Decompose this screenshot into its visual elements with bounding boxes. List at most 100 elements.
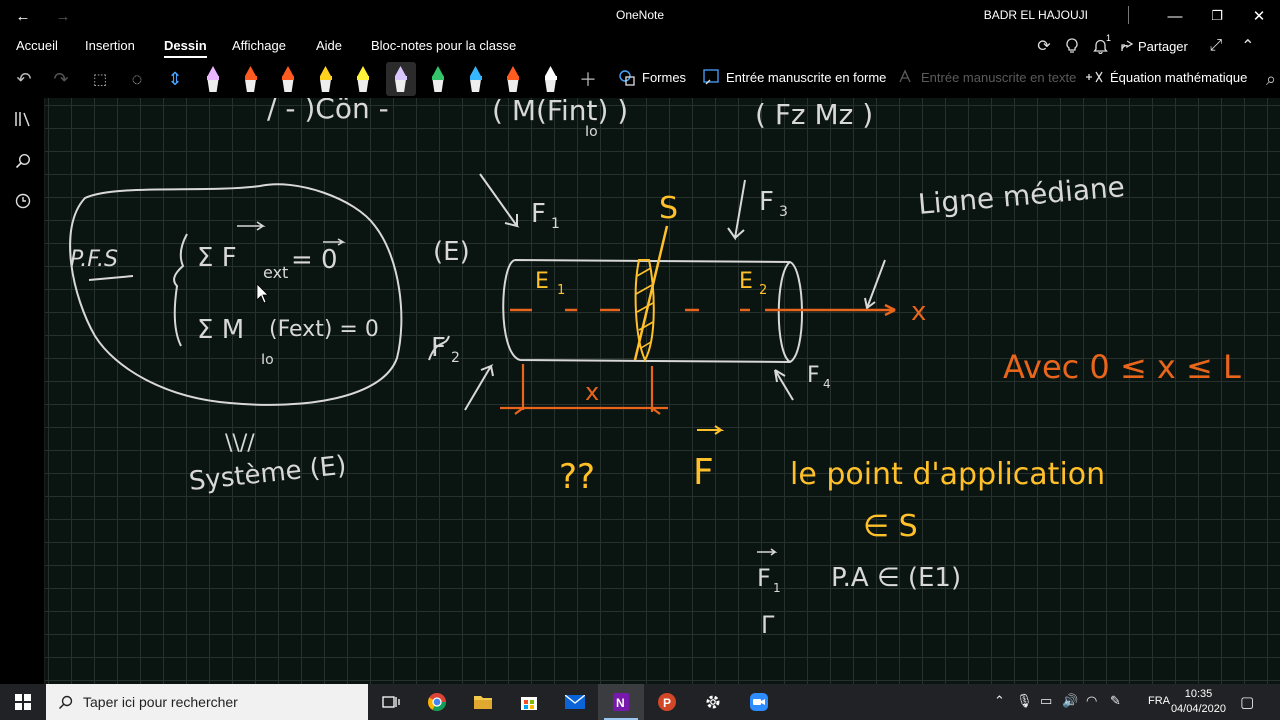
share-icon xyxy=(1121,40,1134,51)
close-icon[interactable]: ✕ xyxy=(1236,0,1280,32)
pen-5-icon[interactable] xyxy=(348,62,378,96)
e2-sub: 2 xyxy=(759,283,767,298)
powerpoint-icon[interactable]: P xyxy=(644,684,690,720)
ink-to-text-icon xyxy=(899,69,911,83)
sync-icon[interactable]: ⟳ xyxy=(1030,32,1058,60)
application-point-e1: P.A ∈ (E1) xyxy=(831,563,961,593)
system-clock[interactable]: 10:35 04/04/2020 xyxy=(1171,687,1226,717)
tab-dessin[interactable]: Dessin xyxy=(164,38,207,58)
question-marks: ?? xyxy=(559,457,595,497)
e1-sub: 1 xyxy=(557,283,565,298)
microphone-icon[interactable]: 🎙 xyxy=(1016,693,1033,709)
pen-workspace-icon[interactable]: ✎ xyxy=(1110,693,1121,709)
pen-3-icon[interactable] xyxy=(273,62,303,96)
explorer-icon[interactable] xyxy=(460,684,506,720)
clock-time: 10:35 xyxy=(1184,688,1213,700)
tab-bloc-notes[interactable]: Bloc-notes pour la classe xyxy=(371,38,516,53)
redo-icon[interactable]: ↷ xyxy=(46,64,76,94)
f3-label: F xyxy=(759,187,774,217)
sum-moments-label: Σ M xyxy=(197,315,244,345)
median-line-pointer xyxy=(864,259,886,312)
body-e-label: (E) xyxy=(433,237,470,267)
insert-space-icon[interactable]: ⇕ xyxy=(160,64,190,94)
x-range-condition: Avec 0 ≤ x ≤ L xyxy=(1003,348,1241,386)
volume-icon[interactable]: 🔊 xyxy=(1062,693,1078,709)
pen-1-icon[interactable] xyxy=(198,62,228,96)
tab-aide[interactable]: Aide xyxy=(316,38,342,53)
in-section-label: ∈ S xyxy=(863,509,918,544)
share-button[interactable]: Partager xyxy=(1114,39,1194,54)
minimize-icon[interactable]: — xyxy=(1152,0,1198,32)
f3-sub: 3 xyxy=(779,204,788,220)
tray-expand-icon[interactable]: ⌃ xyxy=(994,693,1005,709)
application-point-text: le point d'application xyxy=(790,457,1105,492)
beam-end-ellipse xyxy=(777,261,791,363)
shapes-button[interactable]: Formes xyxy=(618,68,686,86)
app-title: OneNote xyxy=(615,8,665,22)
restore-icon[interactable]: ❐ xyxy=(1194,0,1240,32)
svg-text:N: N xyxy=(616,696,625,710)
fullscreen-icon[interactable]: ⤢ xyxy=(1202,32,1230,60)
f1-bottom-vector-arrow xyxy=(757,548,778,556)
forward-icon[interactable]: → xyxy=(40,0,86,32)
collapse-ribbon-icon[interactable]: ⌃ xyxy=(1234,32,1262,60)
pen-6-icon[interactable] xyxy=(385,62,416,96)
settings-icon[interactable] xyxy=(690,684,736,720)
ink-to-shape-button[interactable]: Entrée manuscrite en forme xyxy=(702,68,886,86)
math-equation-button[interactable]: Équation mathématique xyxy=(1084,68,1247,86)
note-page-canvas[interactable]: / - )Cön - ( M(Fint) ) Io ( Fz Mz ) P.F.… xyxy=(45,98,1280,684)
store-icon[interactable] xyxy=(506,684,552,720)
math-icon xyxy=(1086,71,1103,83)
recent-clock-icon[interactable] xyxy=(0,186,45,216)
notebooks-icon[interactable] xyxy=(0,104,45,134)
ink-to-text-button[interactable]: Entrée manuscrite en texte xyxy=(897,68,1076,86)
ink-layer: / - )Cön - ( M(Fint) ) Io ( Fz Mz ) P.F.… xyxy=(69,98,1241,639)
pfs-cloud-outline xyxy=(69,183,403,406)
force-vector-arrow xyxy=(237,221,266,231)
mail-icon[interactable] xyxy=(552,684,598,720)
tab-insertion[interactable]: Insertion xyxy=(85,38,135,53)
pen-2-icon[interactable] xyxy=(236,62,266,96)
tab-accueil[interactable]: Accueil xyxy=(16,38,58,53)
pen-9-icon[interactable] xyxy=(498,62,528,96)
sum-moments-equals-zero: (Fext) = 0 xyxy=(269,317,379,342)
wifi-icon[interactable]: ◠ xyxy=(1086,693,1097,709)
start-button[interactable] xyxy=(0,684,46,720)
ink-to-shape-label: Entrée manuscrite en forme xyxy=(726,69,887,85)
tab-affichage[interactable]: Affichage xyxy=(232,38,286,53)
input-language[interactable]: FRA xyxy=(1148,695,1170,707)
add-pen-icon[interactable]: ＋ xyxy=(573,64,603,94)
system-label: Système (E) xyxy=(188,451,348,497)
pen-10-icon[interactable] xyxy=(536,62,566,96)
title-bar: ← → OneNote BADR EL HAJOUJI — ❐ ✕ xyxy=(0,0,1280,32)
draw-ribbon: ↶ ↷ ⬚ ◌ ⇕ ＋ Formes Entrée manuscrite en … xyxy=(0,60,1280,98)
search-icon[interactable] xyxy=(0,146,45,176)
pen-4-icon[interactable] xyxy=(311,62,341,96)
pfs-underline xyxy=(88,275,134,281)
notification-bell-icon[interactable]: 1 xyxy=(1086,32,1114,60)
pen-8-icon[interactable] xyxy=(461,62,491,96)
chrome-icon[interactable] xyxy=(414,684,460,720)
action-center-icon[interactable]: ▢ xyxy=(1240,693,1254,711)
pen-7-icon[interactable] xyxy=(423,62,453,96)
f1-label: F xyxy=(531,199,546,229)
ribbon-more-icon[interactable]: ⌕ xyxy=(1262,64,1280,94)
pfs-brace xyxy=(173,233,188,347)
shapes-label: Formes xyxy=(642,69,687,85)
eraser-icon[interactable]: ◌ xyxy=(122,64,152,94)
lightbulb-icon[interactable] xyxy=(1058,32,1086,60)
onenote-icon[interactable]: N xyxy=(598,684,644,720)
ink-to-shape-icon xyxy=(703,69,719,85)
windows-taskbar: Taper ici pour rechercher N P ⌃ 🎙 ▭ 🔊 ◠ … xyxy=(0,684,1280,720)
f2-label: F xyxy=(431,333,446,363)
battery-icon[interactable]: ▭ xyxy=(1040,693,1052,709)
undo-icon[interactable]: ↶ xyxy=(9,64,39,94)
ink-to-text-label: Entrée manuscrite en texte xyxy=(921,69,1077,85)
taskbar-search-box[interactable]: Taper ici pour rechercher xyxy=(46,684,368,720)
task-view-icon[interactable] xyxy=(368,684,414,720)
menu-right-tools: ⟳ 1 Partager ⤢ ⌃ xyxy=(1030,32,1262,60)
zoom-icon[interactable] xyxy=(736,684,782,720)
notification-count: 1 xyxy=(1105,33,1111,43)
lasso-select-icon[interactable]: ⬚ xyxy=(85,64,115,94)
user-name[interactable]: BADR EL HAJOUJI xyxy=(984,8,1088,22)
